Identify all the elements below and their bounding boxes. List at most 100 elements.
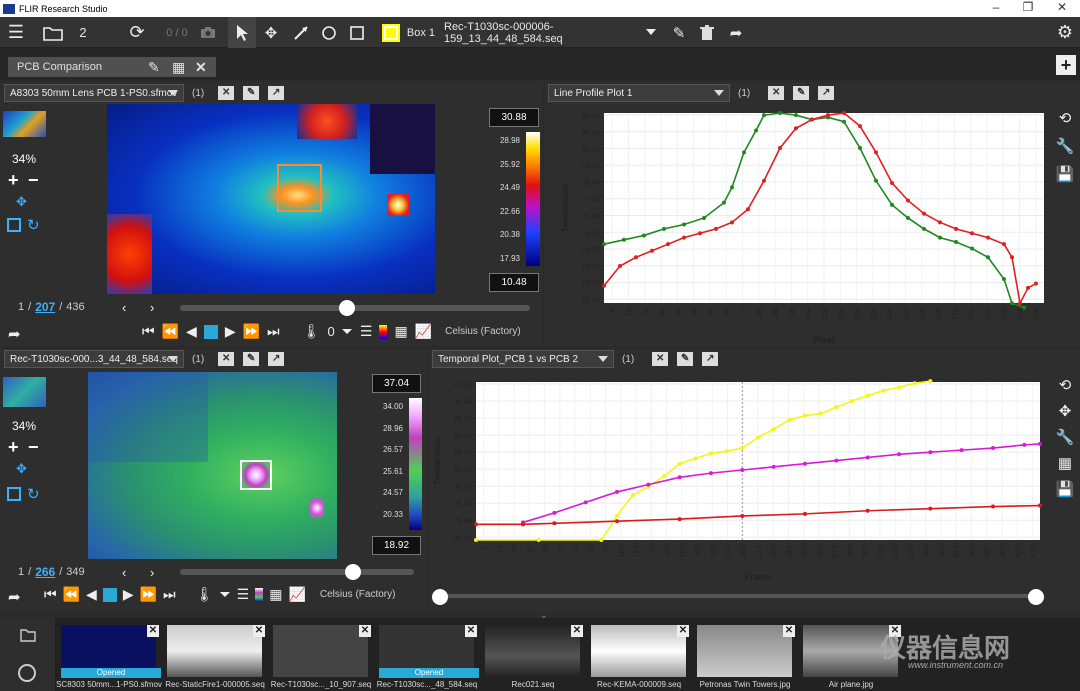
- close-icon[interactable]: ✕: [768, 86, 785, 100]
- bottom-left-file-select[interactable]: Rec-T1030sc-000...3_44_48_584.seq: [4, 350, 184, 368]
- bottom-left-scale-min[interactable]: 18.92: [372, 536, 421, 555]
- menu-icon[interactable]: ☰: [4, 17, 28, 48]
- share-arrow-icon[interactable]: ➦: [8, 588, 21, 606]
- wrench-icon[interactable]: 🔧: [1056, 428, 1075, 446]
- rewind-icon[interactable]: ⏪: [63, 586, 80, 603]
- stop-icon[interactable]: [102, 587, 117, 602]
- fit-expand-icon[interactable]: ✥: [16, 461, 27, 477]
- file-thumbnail[interactable]: [273, 625, 368, 677]
- restore-button[interactable]: ❐: [1012, 0, 1044, 14]
- edit-icon[interactable]: ✎: [793, 86, 810, 100]
- popout-icon[interactable]: ↗: [702, 352, 719, 366]
- save-icon[interactable]: 💾: [1056, 480, 1075, 498]
- line-chart-icon[interactable]: 📈: [415, 323, 432, 340]
- last-frame-icon[interactable]: ⏭: [267, 323, 280, 340]
- data-table-icon[interactable]: ▦: [1058, 454, 1072, 472]
- play-icon[interactable]: ▶: [225, 323, 236, 340]
- step-back-icon[interactable]: ◀: [86, 586, 97, 603]
- file-thumbnail[interactable]: [167, 625, 262, 677]
- filter-icon[interactable]: ⏷: [342, 323, 353, 340]
- roi-box[interactable]: [240, 460, 272, 490]
- last-frame-icon[interactable]: ⏭: [163, 586, 176, 603]
- close-icon[interactable]: ✕: [652, 352, 669, 366]
- zoom-in-icon[interactable]: +: [8, 437, 19, 458]
- palette-icon[interactable]: [255, 587, 264, 602]
- roi-color-swatch-icon[interactable]: [380, 17, 402, 48]
- roi-box[interactable]: [277, 164, 322, 212]
- zoom-in-icon[interactable]: +: [8, 170, 19, 191]
- close-icon[interactable]: ✕: [218, 86, 235, 100]
- edit-icon[interactable]: ✎: [243, 86, 260, 100]
- popout-icon[interactable]: ↗: [268, 352, 285, 366]
- folder-icon[interactable]: [20, 628, 36, 646]
- bottom-left-frame-slider[interactable]: [180, 569, 414, 575]
- top-left-frame-slider[interactable]: [180, 305, 530, 311]
- clock-icon[interactable]: [18, 664, 36, 682]
- table-icon[interactable]: ▦: [269, 586, 282, 603]
- first-frame-icon[interactable]: ⏮: [142, 323, 155, 340]
- close-icon[interactable]: ✕: [465, 625, 477, 637]
- close-window-button[interactable]: ✕: [1046, 0, 1078, 14]
- expand-icon[interactable]: ✥: [1059, 402, 1072, 420]
- move-cross-icon[interactable]: ✥: [260, 17, 282, 48]
- play-icon[interactable]: ▶: [123, 586, 134, 603]
- edit-icon[interactable]: ✎: [243, 352, 260, 366]
- fit-window-icon[interactable]: [7, 487, 21, 501]
- fast-forward-icon[interactable]: ⏩: [140, 586, 157, 603]
- collapse-chevron-icon[interactable]: ⌄: [540, 610, 548, 621]
- line-chart-icon[interactable]: 📈: [288, 586, 305, 603]
- settings-gear-icon[interactable]: ⚙: [1052, 17, 1078, 48]
- close-tab-icon[interactable]: ✕: [195, 59, 207, 76]
- frame-mark-link[interactable]: 207: [35, 300, 55, 314]
- bottom-left-scale-max[interactable]: 37.04: [372, 374, 421, 393]
- close-icon[interactable]: ✕: [677, 625, 689, 637]
- popout-icon[interactable]: ↗: [818, 86, 835, 100]
- palette-icon[interactable]: [379, 324, 388, 339]
- wrench-icon[interactable]: 🔧: [1056, 137, 1075, 155]
- file-thumbnail[interactable]: [485, 625, 580, 677]
- filter-icon[interactable]: ⏷: [219, 586, 230, 603]
- temporal-chart[interactable]: 40.32 38.64 36.96 35.28 33.60 31.92 30.24 28.56…: [430, 374, 1048, 582]
- next-frame-chevron-icon[interactable]: ›: [150, 300, 154, 315]
- bottom-left-thermal-image[interactable]: [88, 372, 337, 559]
- zoom-out-icon[interactable]: −: [28, 437, 39, 458]
- export-arrow-icon[interactable]: ➦: [724, 17, 748, 48]
- top-left-scale-min[interactable]: 10.48: [489, 273, 539, 292]
- first-frame-icon[interactable]: ⏮: [44, 586, 57, 603]
- thermometer-icon[interactable]: 🌡: [196, 586, 214, 603]
- thermometer-icon[interactable]: 🌡: [303, 323, 321, 340]
- reset-icon[interactable]: ⟲: [1059, 376, 1072, 394]
- grid-layout-icon[interactable]: ▦: [172, 59, 185, 76]
- adjust-sliders-icon[interactable]: ☰: [237, 586, 250, 603]
- edit-pencil-icon[interactable]: ✎: [668, 17, 690, 48]
- edit-icon[interactable]: ✎: [677, 352, 694, 366]
- fit-expand-icon[interactable]: ✥: [16, 194, 27, 210]
- frame-mark-link[interactable]: 266: [35, 565, 55, 579]
- tab-pcb-comparison[interactable]: PCB Comparison ✎ ▦ ✕: [8, 57, 216, 77]
- stop-icon[interactable]: [203, 324, 218, 339]
- zoom-out-icon[interactable]: −: [28, 170, 39, 191]
- minimize-button[interactable]: –: [980, 0, 1012, 14]
- rotate-icon[interactable]: ↻: [27, 485, 40, 503]
- file-thumbnail[interactable]: [697, 625, 792, 677]
- rotate-icon[interactable]: ↻: [27, 216, 40, 234]
- range-start-knob[interactable]: [432, 589, 448, 605]
- open-folder-icon[interactable]: [40, 17, 66, 48]
- top-left-file-select[interactable]: A8303 50mm Lens PCB 1-PS0.sfmov: [4, 84, 184, 102]
- camera-icon[interactable]: [198, 17, 218, 48]
- next-frame-chevron-icon[interactable]: ›: [150, 565, 154, 580]
- close-icon[interactable]: ✕: [359, 625, 371, 637]
- close-icon[interactable]: ✕: [147, 625, 159, 637]
- top-left-slider-knob[interactable]: [339, 300, 355, 316]
- line-tool-icon[interactable]: [290, 17, 312, 48]
- rewind-icon[interactable]: ⏪: [162, 323, 179, 340]
- prev-frame-chevron-icon[interactable]: ‹: [122, 565, 126, 580]
- close-icon[interactable]: ✕: [571, 625, 583, 637]
- layout-count[interactable]: 2: [74, 17, 92, 48]
- trash-icon[interactable]: [696, 17, 718, 48]
- top-left-scale-max[interactable]: 30.88: [489, 108, 539, 127]
- close-icon[interactable]: ✕: [218, 352, 235, 366]
- step-back-icon[interactable]: ◀: [186, 323, 197, 340]
- refresh-icon[interactable]: ⟳: [124, 17, 150, 48]
- prev-frame-chevron-icon[interactable]: ‹: [122, 300, 126, 315]
